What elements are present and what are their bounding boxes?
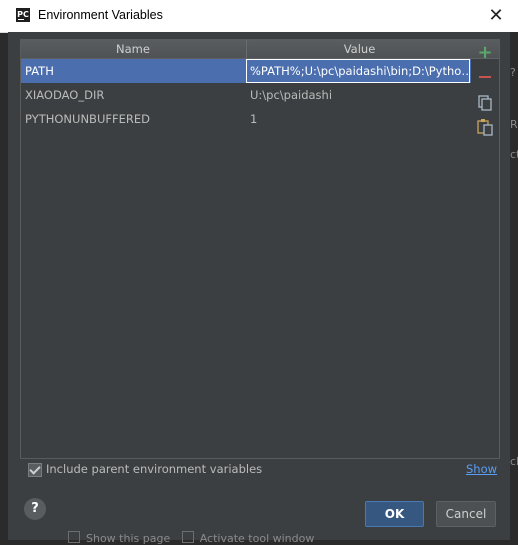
include-parent-checkbox[interactable] bbox=[28, 463, 42, 477]
row-value-cell[interactable]: U:\pc\paidashi bbox=[250, 83, 468, 107]
background-options: Show this page Activate tool window bbox=[60, 531, 360, 545]
column-header-value[interactable]: Value bbox=[246, 40, 472, 58]
column-header-name[interactable]: Name bbox=[21, 40, 245, 58]
pycharm-logo-icon: PC bbox=[16, 8, 30, 22]
remove-variable-button[interactable] bbox=[476, 68, 494, 86]
table-row[interactable]: PATH %PATH%;U:\pc\paidashi\bin;D:\Pytho… bbox=[21, 59, 471, 83]
background-text: cl bbox=[510, 455, 518, 468]
help-button[interactable]: ? bbox=[24, 498, 46, 520]
paste-icon bbox=[477, 119, 493, 136]
activate-tool-window-label: Activate tool window bbox=[199, 532, 315, 545]
copy-icon bbox=[478, 95, 492, 111]
table-header: Name Value bbox=[21, 40, 499, 59]
table-row[interactable]: XIAODAO_DIR U:\pc\paidashi bbox=[21, 83, 471, 107]
table-row[interactable]: PYTHONUNBUFFERED 1 bbox=[21, 107, 471, 131]
logo-text: PC bbox=[17, 10, 29, 19]
show-link[interactable]: Show bbox=[466, 462, 497, 476]
cancel-button[interactable]: Cancel bbox=[436, 501, 496, 527]
background-checkbox bbox=[181, 531, 194, 543]
show-this-page-label: Show this page bbox=[86, 532, 171, 545]
row-name-cell[interactable]: XIAODAO_DIR bbox=[25, 83, 243, 107]
close-button[interactable]: ✕ bbox=[484, 4, 508, 28]
include-parent-label[interactable]: Include parent environment variables bbox=[46, 462, 262, 476]
background-checkbox bbox=[68, 531, 80, 543]
ok-button[interactable]: OK bbox=[365, 501, 424, 527]
add-variable-button[interactable]: + bbox=[476, 44, 494, 62]
row-name-cell[interactable]: PATH bbox=[25, 59, 243, 83]
row-value-cell[interactable]: 1 bbox=[250, 107, 468, 131]
background-text: R= bbox=[510, 118, 518, 131]
background-window-edge bbox=[510, 32, 518, 545]
dialog-body: Name Value PATH %PATH%;U:\pc\paidashi\bi… bbox=[8, 32, 510, 540]
background-text: ? bbox=[510, 66, 516, 79]
row-value-cell[interactable]: %PATH%;U:\pc\paidashi\bin;D:\Pytho… bbox=[250, 59, 468, 83]
row-name-cell[interactable]: PYTHONUNBUFFERED bbox=[25, 107, 243, 131]
window-title: Environment Variables bbox=[38, 8, 163, 22]
copy-button[interactable] bbox=[476, 94, 494, 112]
background-text: ct bbox=[510, 148, 518, 161]
paste-button[interactable] bbox=[476, 118, 494, 136]
title-bar: PC Environment Variables ✕ bbox=[0, 0, 518, 33]
env-variables-table: Name Value PATH %PATH%;U:\pc\paidashi\bi… bbox=[20, 39, 500, 459]
